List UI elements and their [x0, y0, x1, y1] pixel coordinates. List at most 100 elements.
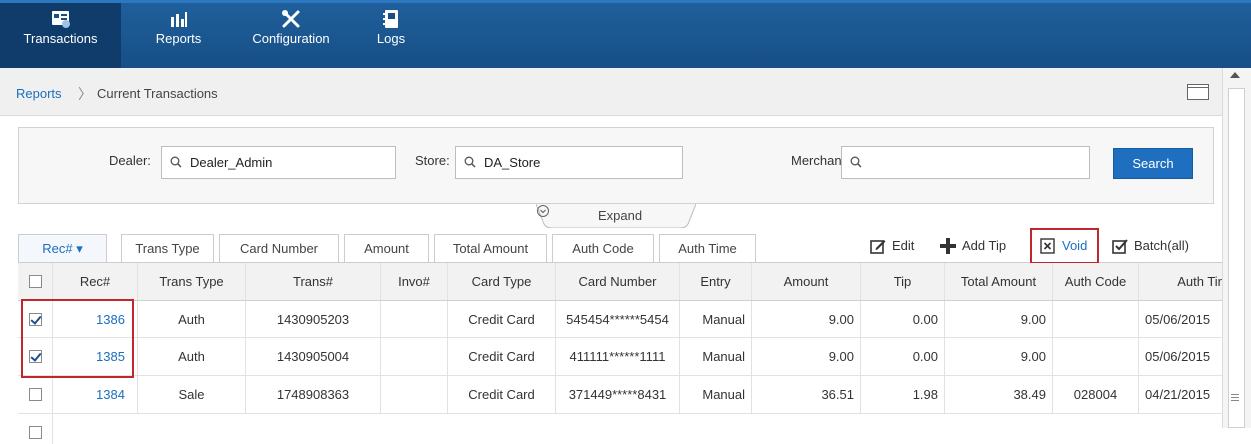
breadcrumb-reports-link[interactable]: Reports	[16, 86, 62, 101]
page-title: Current Transactions	[97, 86, 218, 101]
tab-auth-code[interactable]: Auth Code	[552, 234, 654, 262]
card-type: Credit Card	[448, 376, 556, 413]
row-checkbox[interactable]	[28, 388, 42, 401]
invo-num	[381, 338, 448, 375]
top-nav: Transactions Reports Configuration Logs	[0, 0, 1251, 68]
invo-num	[381, 376, 448, 413]
vertical-scrollbar[interactable]	[1222, 68, 1251, 428]
search-icon	[464, 156, 476, 168]
breadcrumb-separator: 〉	[78, 86, 92, 102]
header-auth-code[interactable]: Auth Code	[1053, 263, 1139, 300]
nav-configuration[interactable]: Configuration	[236, 3, 346, 68]
search-button[interactable]: Search	[1113, 148, 1193, 179]
trans-num: 1748908363	[246, 376, 381, 413]
entry: Manual	[680, 338, 752, 375]
total-amount: 9.00	[945, 338, 1053, 375]
nav-reports[interactable]: Reports	[121, 3, 236, 68]
merchant-input[interactable]	[841, 146, 1090, 179]
edit-button[interactable]: Edit	[870, 236, 930, 256]
void-icon	[1040, 238, 1055, 254]
header-trans-num[interactable]: Trans#	[246, 263, 381, 300]
store-label: Store:	[415, 153, 450, 168]
row-select[interactable]	[18, 376, 53, 413]
selection-highlight	[21, 299, 134, 378]
checkbox-checked-icon	[1112, 239, 1128, 254]
nav-transactions-label: Transactions	[23, 31, 98, 46]
void-label: Void	[1062, 238, 1088, 253]
auth-time: 04/21/2015	[1145, 387, 1211, 402]
table-row[interactable]	[18, 414, 1222, 444]
card-number: 545454******5454	[556, 301, 680, 337]
auth-code: 028004	[1053, 376, 1139, 413]
add-tip-button[interactable]: Add Tip	[940, 236, 1020, 256]
dealer-value: Dealer_Admin	[190, 155, 273, 170]
dealer-label: Dealer:	[109, 153, 151, 168]
tab-total-amount[interactable]: Total Amount	[434, 234, 547, 262]
entry: Manual	[680, 301, 752, 337]
select-all-checkbox[interactable]	[28, 275, 42, 288]
auth-code	[1053, 301, 1139, 337]
trans-type: Sale	[138, 376, 246, 413]
batch-all-button[interactable]: Batch(all)	[1112, 236, 1212, 256]
header-select-all[interactable]	[18, 263, 53, 300]
table-row[interactable]: 1384 Sale 1748908363 Credit Card 371449*…	[18, 376, 1222, 414]
void-button[interactable]: Void	[1040, 236, 1095, 256]
table-row[interactable]: 1385 Auth 1430905004 Credit Card 411111*…	[18, 338, 1222, 376]
nav-transactions[interactable]: Transactions	[0, 3, 121, 68]
tab-card-number[interactable]: Card Number	[219, 234, 339, 262]
tab-auth-time[interactable]: Auth Time	[659, 234, 756, 262]
card-number: 371449*****8431	[556, 376, 680, 413]
expand-toggle[interactable]: Expand	[536, 204, 696, 228]
auth-code	[1053, 338, 1139, 375]
header-invo[interactable]: Invo#	[381, 263, 448, 300]
header-auth-time[interactable]: Auth Tir	[1139, 263, 1222, 300]
tab-rec[interactable]: Rec# ▾	[18, 234, 107, 262]
amount: 9.00	[752, 338, 861, 375]
header-amount[interactable]: Amount	[752, 263, 861, 300]
auth-time: 05/06/2015	[1145, 311, 1211, 327]
header-rec[interactable]: Rec#	[53, 263, 138, 300]
scroll-thumb[interactable]	[1228, 88, 1245, 428]
trans-num: 1430905203	[246, 301, 381, 337]
edit-label: Edit	[892, 238, 915, 253]
tab-trans-type[interactable]: Trans Type	[121, 234, 214, 262]
filter-panel: Dealer: Dealer_Admin Store: DA_Store Mer…	[18, 127, 1214, 204]
tab-amount[interactable]: Amount	[344, 234, 429, 262]
header-total-amount[interactable]: Total Amount	[945, 263, 1053, 300]
auth-time: 05/06/2015	[1145, 349, 1211, 364]
header-card-type[interactable]: Card Type	[448, 263, 556, 300]
tip: 0.00	[861, 301, 945, 337]
header-card-number[interactable]: Card Number	[556, 263, 680, 300]
table-header: Rec# Trans Type Trans# Invo# Card Type C…	[18, 263, 1222, 301]
card-number: 411111******1111	[556, 338, 680, 375]
tip: 1.98	[861, 376, 945, 413]
scroll-grip-icon	[1231, 394, 1239, 402]
logs-icon	[383, 10, 398, 28]
expand-label: Expand	[598, 208, 643, 223]
maximize-icon[interactable]	[1187, 84, 1209, 100]
row-select[interactable]	[18, 414, 53, 444]
batch-all-label: Batch(all)	[1134, 238, 1189, 253]
rec-link[interactable]: 1384	[53, 376, 138, 413]
transactions-icon	[51, 11, 70, 28]
header-tip[interactable]: Tip	[861, 263, 945, 300]
trans-type: Auth	[138, 301, 246, 337]
store-input[interactable]: DA_Store	[455, 146, 683, 179]
nav-logs[interactable]: Logs	[346, 3, 436, 68]
total-amount: 9.00	[945, 301, 1053, 337]
table-row[interactable]: 1386 Auth 1430905203 Credit Card 545454*…	[18, 301, 1222, 338]
tools-icon	[282, 10, 300, 28]
nav-logs-label: Logs	[376, 31, 406, 46]
tip: 0.00	[861, 338, 945, 375]
search-icon	[850, 156, 862, 168]
header-trans-type[interactable]: Trans Type	[138, 263, 246, 300]
search-icon	[170, 156, 182, 168]
nav-reports-label: Reports	[155, 31, 202, 46]
add-tip-label: Add Tip	[962, 238, 1007, 253]
header-entry[interactable]: Entry	[680, 263, 752, 300]
card-type: Credit Card	[448, 338, 556, 375]
total-amount: 38.49	[945, 376, 1053, 413]
dealer-input[interactable]: Dealer_Admin	[161, 146, 396, 179]
scroll-up-icon[interactable]	[1230, 72, 1240, 78]
amount: 36.51	[752, 376, 861, 413]
